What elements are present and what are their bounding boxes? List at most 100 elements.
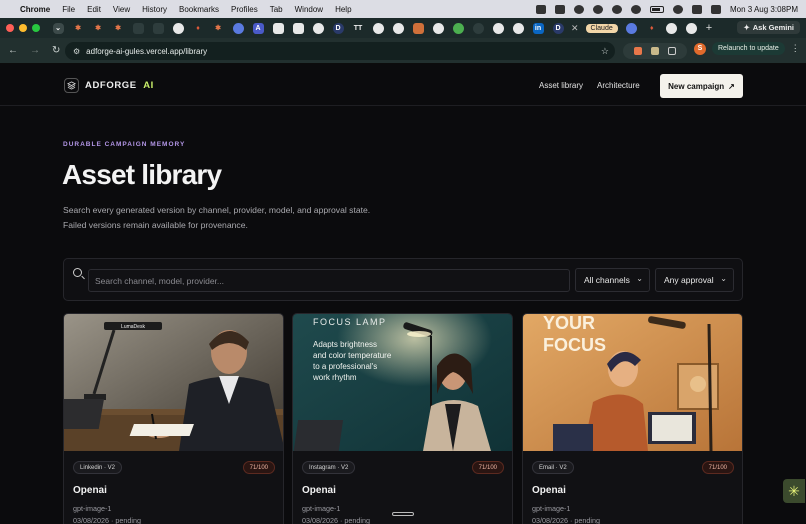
url-text[interactable]: adforge-ai-gules.vercel.app/library: [86, 47, 207, 56]
status-app-icon[interactable]: [592, 4, 603, 14]
tab-favicon[interactable]: [292, 22, 304, 34]
tab-favicon[interactable]: [152, 22, 164, 34]
status-app-icon[interactable]: [554, 4, 565, 14]
minimize-window-button[interactable]: [19, 24, 27, 32]
site-info-icon[interactable]: ⚙: [73, 47, 80, 56]
tab-favicon[interactable]: [132, 22, 144, 34]
asset-model: gpt-image-1: [532, 504, 571, 513]
tab-favicon[interactable]: TT: [353, 23, 364, 34]
brand-logo[interactable]: ADFORGE AI: [64, 78, 154, 93]
clock[interactable]: Mon 3 Aug 3:08PM: [730, 5, 798, 14]
tab-favicon[interactable]: D: [332, 22, 344, 34]
tab-favicon[interactable]: ✱: [73, 23, 84, 34]
image-headline: FOCUS: [543, 335, 606, 355]
tab-favicon[interactable]: A: [252, 22, 264, 34]
close-window-button[interactable]: [6, 24, 14, 32]
search-input[interactable]: [88, 269, 570, 292]
forward-icon[interactable]: →: [30, 45, 40, 56]
image-copy-line: Adapts brightness: [313, 340, 377, 349]
github-icon[interactable]: [432, 22, 444, 34]
new-campaign-label: New campaign: [668, 81, 725, 91]
status-app-icon[interactable]: [691, 4, 702, 14]
tab-search-icon[interactable]: ⌄: [52, 22, 64, 34]
menu-window[interactable]: Window: [295, 5, 323, 14]
linkedin-icon[interactable]: in: [532, 22, 544, 34]
site-header: ADFORGE AI Asset library Architecture Ne…: [0, 64, 806, 106]
new-campaign-button[interactable]: New campaign ↗: [660, 74, 743, 98]
asset-image[interactable]: YOUR FOCUS: [523, 314, 742, 451]
menu-help[interactable]: Help: [335, 5, 351, 14]
wifi-icon[interactable]: [630, 4, 641, 14]
mac-menubar: Chrome File Edit View History Bookmarks …: [0, 0, 806, 18]
bookmark-star-icon[interactable]: ☆: [601, 46, 609, 57]
tab-favicon[interactable]: [232, 22, 244, 34]
tab-favicon[interactable]: [666, 22, 678, 34]
floating-assistant-icon[interactable]: ✳: [783, 479, 805, 503]
extensions-puzzle-icon[interactable]: [668, 47, 677, 55]
control-center-icon[interactable]: [710, 4, 721, 14]
tab-favicon[interactable]: [626, 22, 638, 34]
menu-tab[interactable]: Tab: [270, 5, 283, 14]
menu-profiles[interactable]: Profiles: [231, 5, 258, 14]
tab-favicon[interactable]: ♦: [193, 23, 204, 34]
ask-gemini-button[interactable]: ✦ Ask Gemini: [737, 21, 800, 34]
gemini-icon: ✦: [743, 23, 750, 32]
address-bar[interactable]: ⚙ adforge-ai-gules.vercel.app/library ☆: [65, 42, 615, 60]
menu-app[interactable]: Chrome: [20, 5, 50, 14]
asset-card[interactable]: YOUR FOCUS Email · V2 71/100 Openai gpt-…: [522, 313, 743, 524]
github-icon[interactable]: [372, 22, 384, 34]
zoom-window-button[interactable]: [32, 24, 40, 32]
menu-file[interactable]: File: [62, 5, 75, 14]
tab-favicon[interactable]: ✱: [113, 23, 124, 34]
chrome-menu-icon[interactable]: ⋮: [791, 43, 800, 54]
github-icon[interactable]: [172, 22, 184, 34]
score-badge: 71/100: [471, 461, 504, 474]
tab-favicon[interactable]: ✱: [93, 23, 104, 34]
channel-select[interactable]: All channels ⌄: [575, 268, 650, 292]
tab-favicon[interactable]: [272, 22, 284, 34]
tab-favicon[interactable]: ✱: [213, 23, 224, 34]
tab-favicon[interactable]: [686, 22, 698, 34]
menu-edit[interactable]: Edit: [87, 5, 101, 14]
page-subtitle: Search every generated version by channe…: [63, 203, 370, 233]
github-icon[interactable]: [392, 22, 404, 34]
page-title: Asset library: [62, 159, 222, 190]
tab-favicon[interactable]: [452, 22, 464, 34]
menu-history[interactable]: History: [142, 5, 167, 14]
channel-select-value: All channels: [584, 275, 630, 285]
approval-select[interactable]: Any approval ⌄: [655, 268, 734, 292]
extension-icon[interactable]: [633, 47, 642, 55]
chevron-down-icon: ⌄: [720, 274, 727, 283]
tab-favicon[interactable]: [512, 22, 524, 34]
tab-favicon[interactable]: D: [552, 22, 564, 34]
relaunch-button[interactable]: Relaunch to update: [712, 42, 785, 55]
nav-architecture[interactable]: Architecture: [597, 81, 640, 90]
status-app-icon[interactable]: [611, 4, 622, 14]
asset-image[interactable]: FOCUS LAMP Adapts brightness and color t…: [293, 314, 512, 451]
tab-claude[interactable]: Claude: [585, 23, 618, 33]
relaunch-area: S Relaunch to update ⋮: [694, 42, 800, 55]
github-icon[interactable]: [312, 22, 324, 34]
tab-favicon[interactable]: [492, 22, 504, 34]
back-icon[interactable]: ←: [8, 45, 18, 56]
close-tab-icon[interactable]: ✕: [571, 23, 579, 34]
extension-icon[interactable]: [650, 47, 659, 55]
new-tab-icon[interactable]: +: [706, 22, 712, 34]
status-app-icon[interactable]: [573, 4, 584, 14]
battery-icon[interactable]: [649, 5, 664, 13]
asset-card[interactable]: LumaDesk Linkedin · V2 71/100 Openai gpt…: [63, 313, 284, 524]
profile-avatar[interactable]: S: [694, 42, 706, 55]
tab-favicon[interactable]: ♦: [646, 23, 657, 34]
asset-card[interactable]: FOCUS LAMP Adapts brightness and color t…: [292, 313, 513, 524]
reload-icon[interactable]: ↻: [52, 45, 60, 56]
status-app-icon[interactable]: [535, 4, 546, 14]
menu-view[interactable]: View: [113, 5, 130, 14]
tab-favicon[interactable]: [412, 22, 424, 34]
asset-image[interactable]: LumaDesk: [64, 314, 283, 451]
menu-bookmarks[interactable]: Bookmarks: [179, 5, 219, 14]
tab-favicon[interactable]: [472, 22, 484, 34]
spotlight-icon[interactable]: [672, 4, 683, 14]
asset-meta: 03/08/2026 · pending: [73, 516, 141, 524]
ask-gemini-label: Ask Gemini: [752, 23, 794, 32]
nav-asset-library[interactable]: Asset library: [539, 81, 583, 90]
